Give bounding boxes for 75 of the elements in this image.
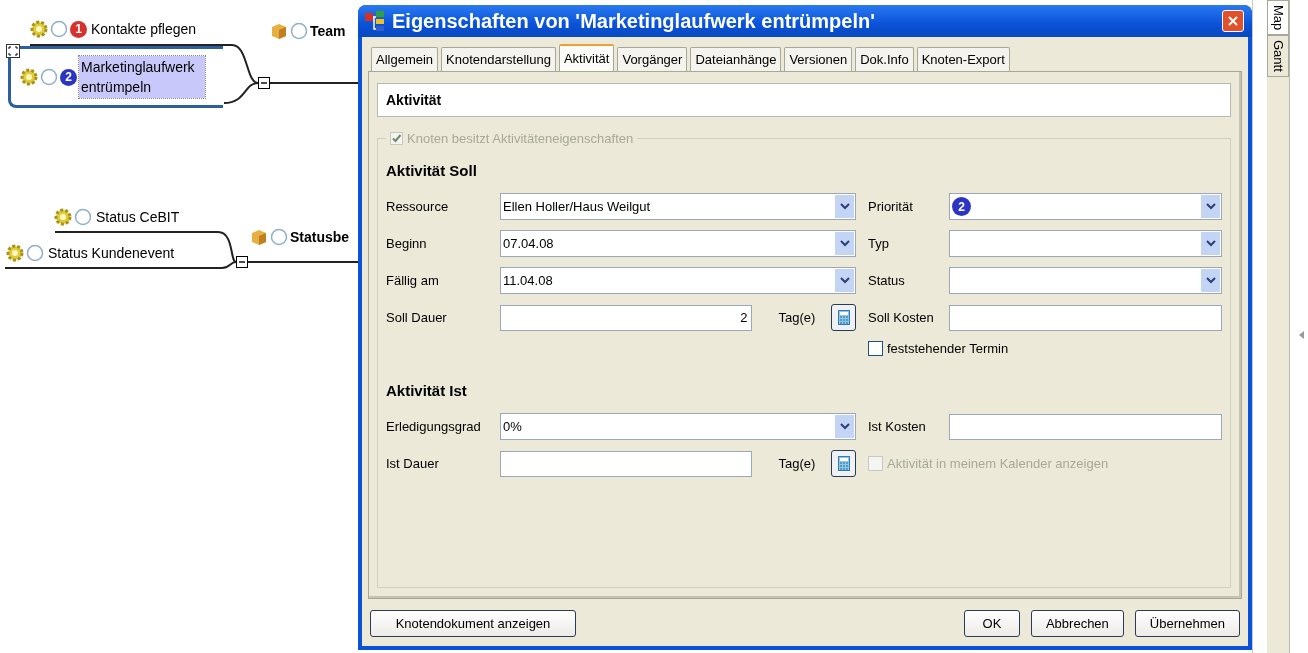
field-label: Soll Kosten xyxy=(868,310,935,325)
field-label: Beginn xyxy=(386,236,428,251)
dialog-button[interactable]: Übernehmen xyxy=(1134,610,1240,637)
checkbox-label: Knoten besitzt Aktivitäteneigenschaften xyxy=(407,131,634,146)
node-label[interactable]: Status Kundenevent xyxy=(46,244,177,262)
view-tab[interactable]: Gantt xyxy=(1267,35,1289,78)
tab[interactable]: Vorgänger xyxy=(617,47,688,71)
app-icon xyxy=(364,10,386,32)
section-title: Aktivität Ist xyxy=(386,382,468,399)
input-field[interactable] xyxy=(949,304,1222,331)
node-label[interactable]: Statusbe xyxy=(290,229,350,245)
field-label: Typ xyxy=(868,236,890,251)
field-label: Soll Dauer xyxy=(386,310,448,325)
field-label: Ist Dauer xyxy=(386,456,440,471)
node-label[interactable]: Team xyxy=(310,23,346,39)
tab[interactable]: Dok.Info xyxy=(855,47,914,71)
tab[interactable]: Allgemein xyxy=(371,47,439,71)
node-label[interactable]: Status CeBIT xyxy=(94,208,182,226)
gear-icon xyxy=(6,244,24,262)
collapse-icon[interactable] xyxy=(258,77,270,89)
window-title: Eigenschaften von 'Marketinglaufwerk entrümpeln' xyxy=(392,9,876,33)
tab[interactable]: Knotendarstellung xyxy=(441,47,556,71)
input-field[interactable] xyxy=(949,413,1222,440)
input-field[interactable]: 2 xyxy=(500,304,753,331)
field-label: Priorität xyxy=(868,199,914,214)
calculator-button[interactable] xyxy=(831,304,856,331)
combo-box[interactable]: 0% xyxy=(500,413,856,440)
checkbox[interactable] xyxy=(868,341,883,356)
tab[interactable]: Knoten-Export xyxy=(916,47,1010,71)
circle-icon xyxy=(40,68,58,86)
close-button[interactable] xyxy=(1222,10,1244,32)
combo-box[interactable]: Ellen Holler/Haus Weilgut xyxy=(500,193,856,220)
section-title: Aktivität Soll xyxy=(386,162,478,179)
header-field: Aktivität xyxy=(377,83,1231,117)
priority-badge: 2 xyxy=(952,197,971,216)
unit-label: Tag(e) xyxy=(778,456,816,471)
field-label: Erledigungsgrad xyxy=(386,419,482,434)
circle-icon xyxy=(74,208,92,226)
checkbox-label: Aktivität in meinem Kalender anzeigen xyxy=(887,456,1109,471)
document-button[interactable]: Knotendokument anzeigen xyxy=(370,610,576,637)
view-tab[interactable]: Map xyxy=(1267,0,1289,36)
calculator-icon xyxy=(837,310,850,325)
checkbox-label: feststehender Termin xyxy=(887,341,1009,356)
collapse-icon[interactable] xyxy=(236,256,248,268)
unit-label: Tag(e) xyxy=(778,310,816,325)
gear-icon xyxy=(20,68,38,86)
node-label[interactable]: Marketinglaufwerk entrümpeln xyxy=(79,56,205,98)
field-label: Ist Kosten xyxy=(868,419,927,434)
combo-box[interactable]: 07.04.08 xyxy=(500,230,856,257)
node-label[interactable]: Kontakte pflegen xyxy=(89,20,199,38)
circle-icon xyxy=(270,228,288,246)
gear-icon xyxy=(54,208,72,226)
circle-icon xyxy=(290,22,308,40)
calculator-icon xyxy=(837,456,850,471)
circle-icon xyxy=(50,20,68,38)
dialog-button[interactable]: OK xyxy=(963,610,1020,637)
priority-badge: 2 xyxy=(60,68,77,86)
field-label: Status xyxy=(868,273,906,288)
expand-arrow-icon[interactable] xyxy=(1299,331,1305,339)
resize-handle-icon[interactable] xyxy=(6,44,20,58)
calculator-button[interactable] xyxy=(831,450,856,477)
tab[interactable]: Versionen xyxy=(784,47,853,71)
tab[interactable]: Dateianhänge xyxy=(690,47,782,71)
dialog-button[interactable]: Abbrechen xyxy=(1030,610,1124,637)
circle-icon xyxy=(26,244,44,262)
tab[interactable]: Aktivität xyxy=(558,44,615,71)
priority-badge: 1 xyxy=(70,20,87,38)
field-label: Fällig am xyxy=(386,273,440,288)
input-field[interactable] xyxy=(500,450,753,477)
package-icon xyxy=(270,22,288,40)
field-label: Ressource xyxy=(386,199,450,214)
close-icon xyxy=(1228,16,1238,26)
combo-box[interactable]: 11.04.08 xyxy=(500,267,856,294)
gear-icon xyxy=(30,20,48,38)
package-icon xyxy=(250,228,268,246)
